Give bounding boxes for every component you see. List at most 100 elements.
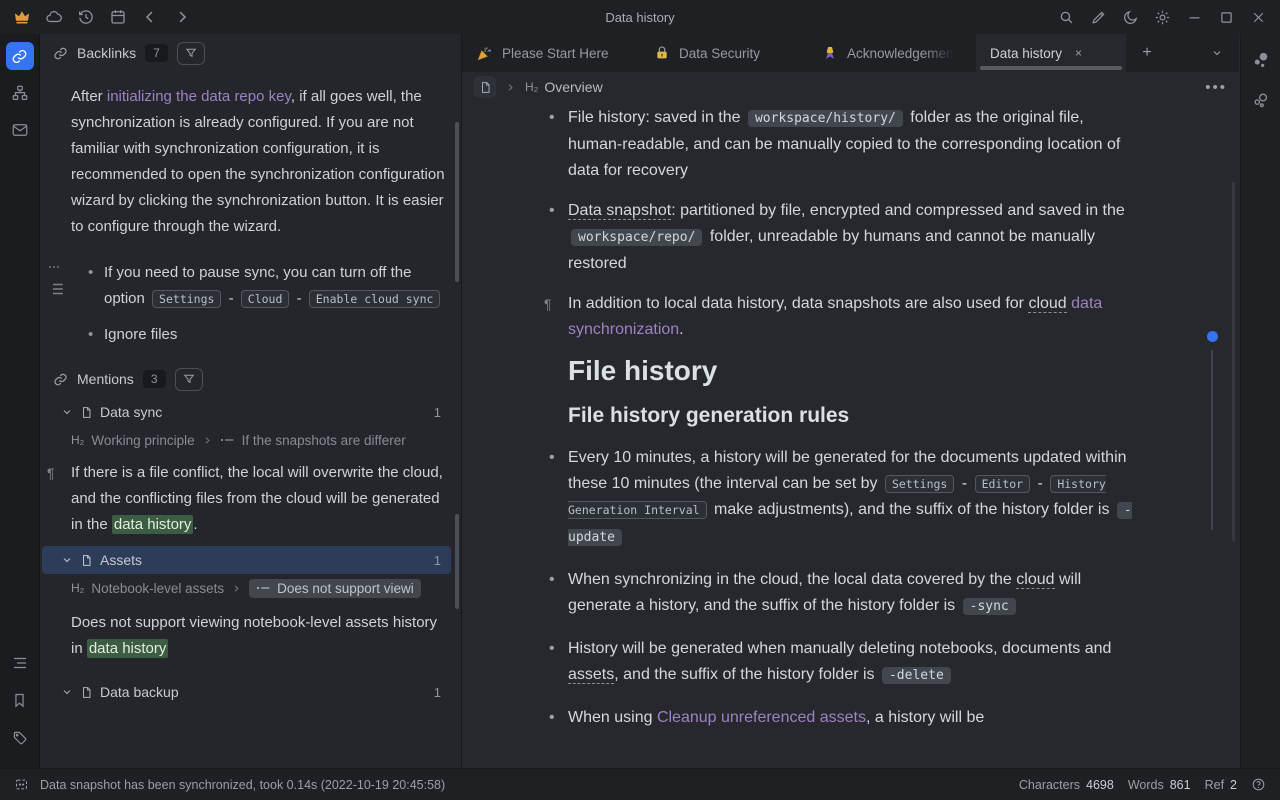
tag-icon[interactable] <box>6 723 34 751</box>
characters-value: 4698 <box>1086 778 1114 792</box>
mention-doc-row[interactable]: Data backup 1 <box>42 678 451 706</box>
ref-label: Ref <box>1205 778 1224 792</box>
mention-doc-row[interactable]: Data sync 1 <box>42 398 451 426</box>
doc-bullet[interactable]: When using Cleanup unreferenced assets, … <box>568 705 1134 731</box>
tab-acknowledgements[interactable]: Acknowledgemen <box>808 34 976 72</box>
backlinks-dock-icon[interactable] <box>6 42 34 70</box>
status-bar: Data snapshot has been synchronized, too… <box>0 768 1280 800</box>
outline-icon[interactable] <box>6 649 34 677</box>
doc-bullet[interactable]: File history: saved in the workspace/his… <box>568 105 1134 184</box>
editor-scrollbar[interactable] <box>1232 182 1235 542</box>
more-options-icon[interactable]: ••• <box>1205 79 1227 96</box>
mentions-title: Mentions <box>77 371 134 387</box>
crumb-tail: Does not support viewi <box>277 581 414 596</box>
doc-heading-3[interactable]: File history generation rules <box>568 401 1134 431</box>
cloud-icon[interactable] <box>38 3 70 31</box>
forward-icon[interactable] <box>166 3 198 31</box>
paragraph-marker-icon <box>220 435 235 445</box>
search-icon[interactable] <box>1050 3 1082 31</box>
mention-doc-label: Assets <box>100 552 142 568</box>
link-icon <box>53 46 68 61</box>
sync-history-icon[interactable] <box>70 3 102 31</box>
doc-bullet[interactable]: When synchronizing in the cloud, the loc… <box>568 567 1134 620</box>
sidebar-scrollbar[interactable] <box>455 122 459 282</box>
block-gutter[interactable] <box>47 262 65 296</box>
global-graph-icon[interactable] <box>1247 86 1275 114</box>
crumb-title[interactable]: Notebook-level assets <box>91 581 224 596</box>
mention-doc-row-selected[interactable]: Assets 1 <box>42 546 451 574</box>
editor[interactable]: File history: saved in the workspace/his… <box>462 102 1239 768</box>
tab-label: Data history <box>990 46 1062 61</box>
new-tab-button[interactable]: + <box>1126 34 1168 72</box>
crown-icon[interactable] <box>6 3 38 31</box>
sidebar: Backlinks 7 After initializing the data … <box>41 34 462 768</box>
mention-paragraph[interactable]: ¶ If there is a file conflict, the local… <box>71 460 445 538</box>
inbox-mail-icon[interactable] <box>6 116 34 144</box>
mentions-filter-icon[interactable] <box>175 368 203 391</box>
close-icon[interactable] <box>1242 3 1274 31</box>
chevron-down-icon[interactable] <box>61 686 73 698</box>
tab-data-security[interactable]: Data Security <box>640 34 808 72</box>
doc-bullet-list: File history: saved in the workspace/his… <box>568 105 1134 277</box>
maximize-icon[interactable] <box>1210 3 1242 31</box>
graph-tree-icon[interactable] <box>6 79 34 107</box>
backlink-list: If you need to pause sync, you can turn … <box>41 260 445 348</box>
help-icon[interactable] <box>1251 777 1266 792</box>
breadcrumb-heading[interactable]: Overview <box>544 79 602 95</box>
titlebar: Data history <box>0 0 1280 34</box>
doc-bullet[interactable]: Data snapshot: partitioned by file, encr… <box>568 198 1134 277</box>
drag-handle-icon[interactable] <box>47 262 63 272</box>
bookmark-icon[interactable] <box>6 686 34 714</box>
sidebar-scrollbar[interactable] <box>455 514 459 609</box>
main-area: Please Start Here Data Security Acknowle… <box>462 34 1239 768</box>
tab-data-history[interactable]: Data history × <box>976 34 1126 72</box>
chevron-right-icon <box>505 82 516 93</box>
tab-label: Data Security <box>679 46 760 61</box>
pilcrow-icon: ¶ <box>47 460 55 486</box>
scroll-position-dot[interactable] <box>1207 331 1218 342</box>
settings-gear-icon[interactable] <box>1146 3 1178 31</box>
doc-bullet[interactable]: History will be generated when manually … <box>568 636 1134 689</box>
chevron-right-icon <box>202 435 213 446</box>
words-label: Words <box>1128 778 1164 792</box>
calendar-icon[interactable] <box>102 3 134 31</box>
tab-list-chevron-icon[interactable] <box>1195 34 1239 72</box>
crumb-tail[interactable]: If the snapshots are differer <box>242 433 406 448</box>
edit-icon[interactable] <box>1082 3 1114 31</box>
link-icon <box>53 372 68 387</box>
minimize-icon[interactable] <box>1178 3 1210 31</box>
tab-label: Acknowledgemen <box>847 46 954 61</box>
mention-breadcrumb[interactable]: H₂ Notebook-level assets Does not suppor… <box>71 576 451 600</box>
mention-doc-count: 1 <box>434 685 441 700</box>
crumb-title[interactable]: Working principle <box>91 433 194 448</box>
document-icon[interactable] <box>474 76 496 98</box>
chevron-right-icon <box>231 583 242 594</box>
mention-doc-count: 1 <box>434 405 441 420</box>
tab-please-start-here[interactable]: Please Start Here <box>462 34 640 72</box>
doc-paragraph[interactable]: ¶ In addition to local data history, dat… <box>568 291 1134 343</box>
doc-heading-2[interactable]: File history <box>568 353 1134 389</box>
backlink-paragraph[interactable]: After initializing the data repo key, if… <box>71 84 445 240</box>
back-icon[interactable] <box>134 3 166 31</box>
tab-close-icon[interactable]: × <box>1075 46 1082 60</box>
characters-label: Characters <box>1019 778 1080 792</box>
mention-doc-label: Data backup <box>100 684 179 700</box>
chevron-down-icon[interactable] <box>61 554 73 566</box>
document-icon <box>80 406 93 419</box>
snapshot-icon <box>14 777 29 792</box>
mentions-count: 3 <box>143 370 166 388</box>
graph-icon[interactable] <box>1247 46 1275 74</box>
words-value: 861 <box>1170 778 1191 792</box>
backlinks-filter-icon[interactable] <box>177 42 205 65</box>
mention-paragraph[interactable]: Does not support viewing notebook-level … <box>71 610 445 662</box>
list-block-icon[interactable] <box>47 282 65 296</box>
backlink-bullet[interactable]: If you need to pause sync, you can turn … <box>104 260 445 312</box>
chevron-down-icon[interactable] <box>61 406 73 418</box>
window-title: Data history <box>605 10 674 25</box>
mention-doc-label: Data sync <box>100 404 162 420</box>
crumb-current-chip[interactable]: Does not support viewi <box>249 579 421 598</box>
mention-breadcrumb[interactable]: H₂ Working principle If the snapshots ar… <box>71 428 451 452</box>
theme-moon-icon[interactable] <box>1114 3 1146 31</box>
doc-bullet[interactable]: Every 10 minutes, a history will be gene… <box>568 445 1134 551</box>
backlink-bullet[interactable]: Ignore files <box>104 322 445 348</box>
